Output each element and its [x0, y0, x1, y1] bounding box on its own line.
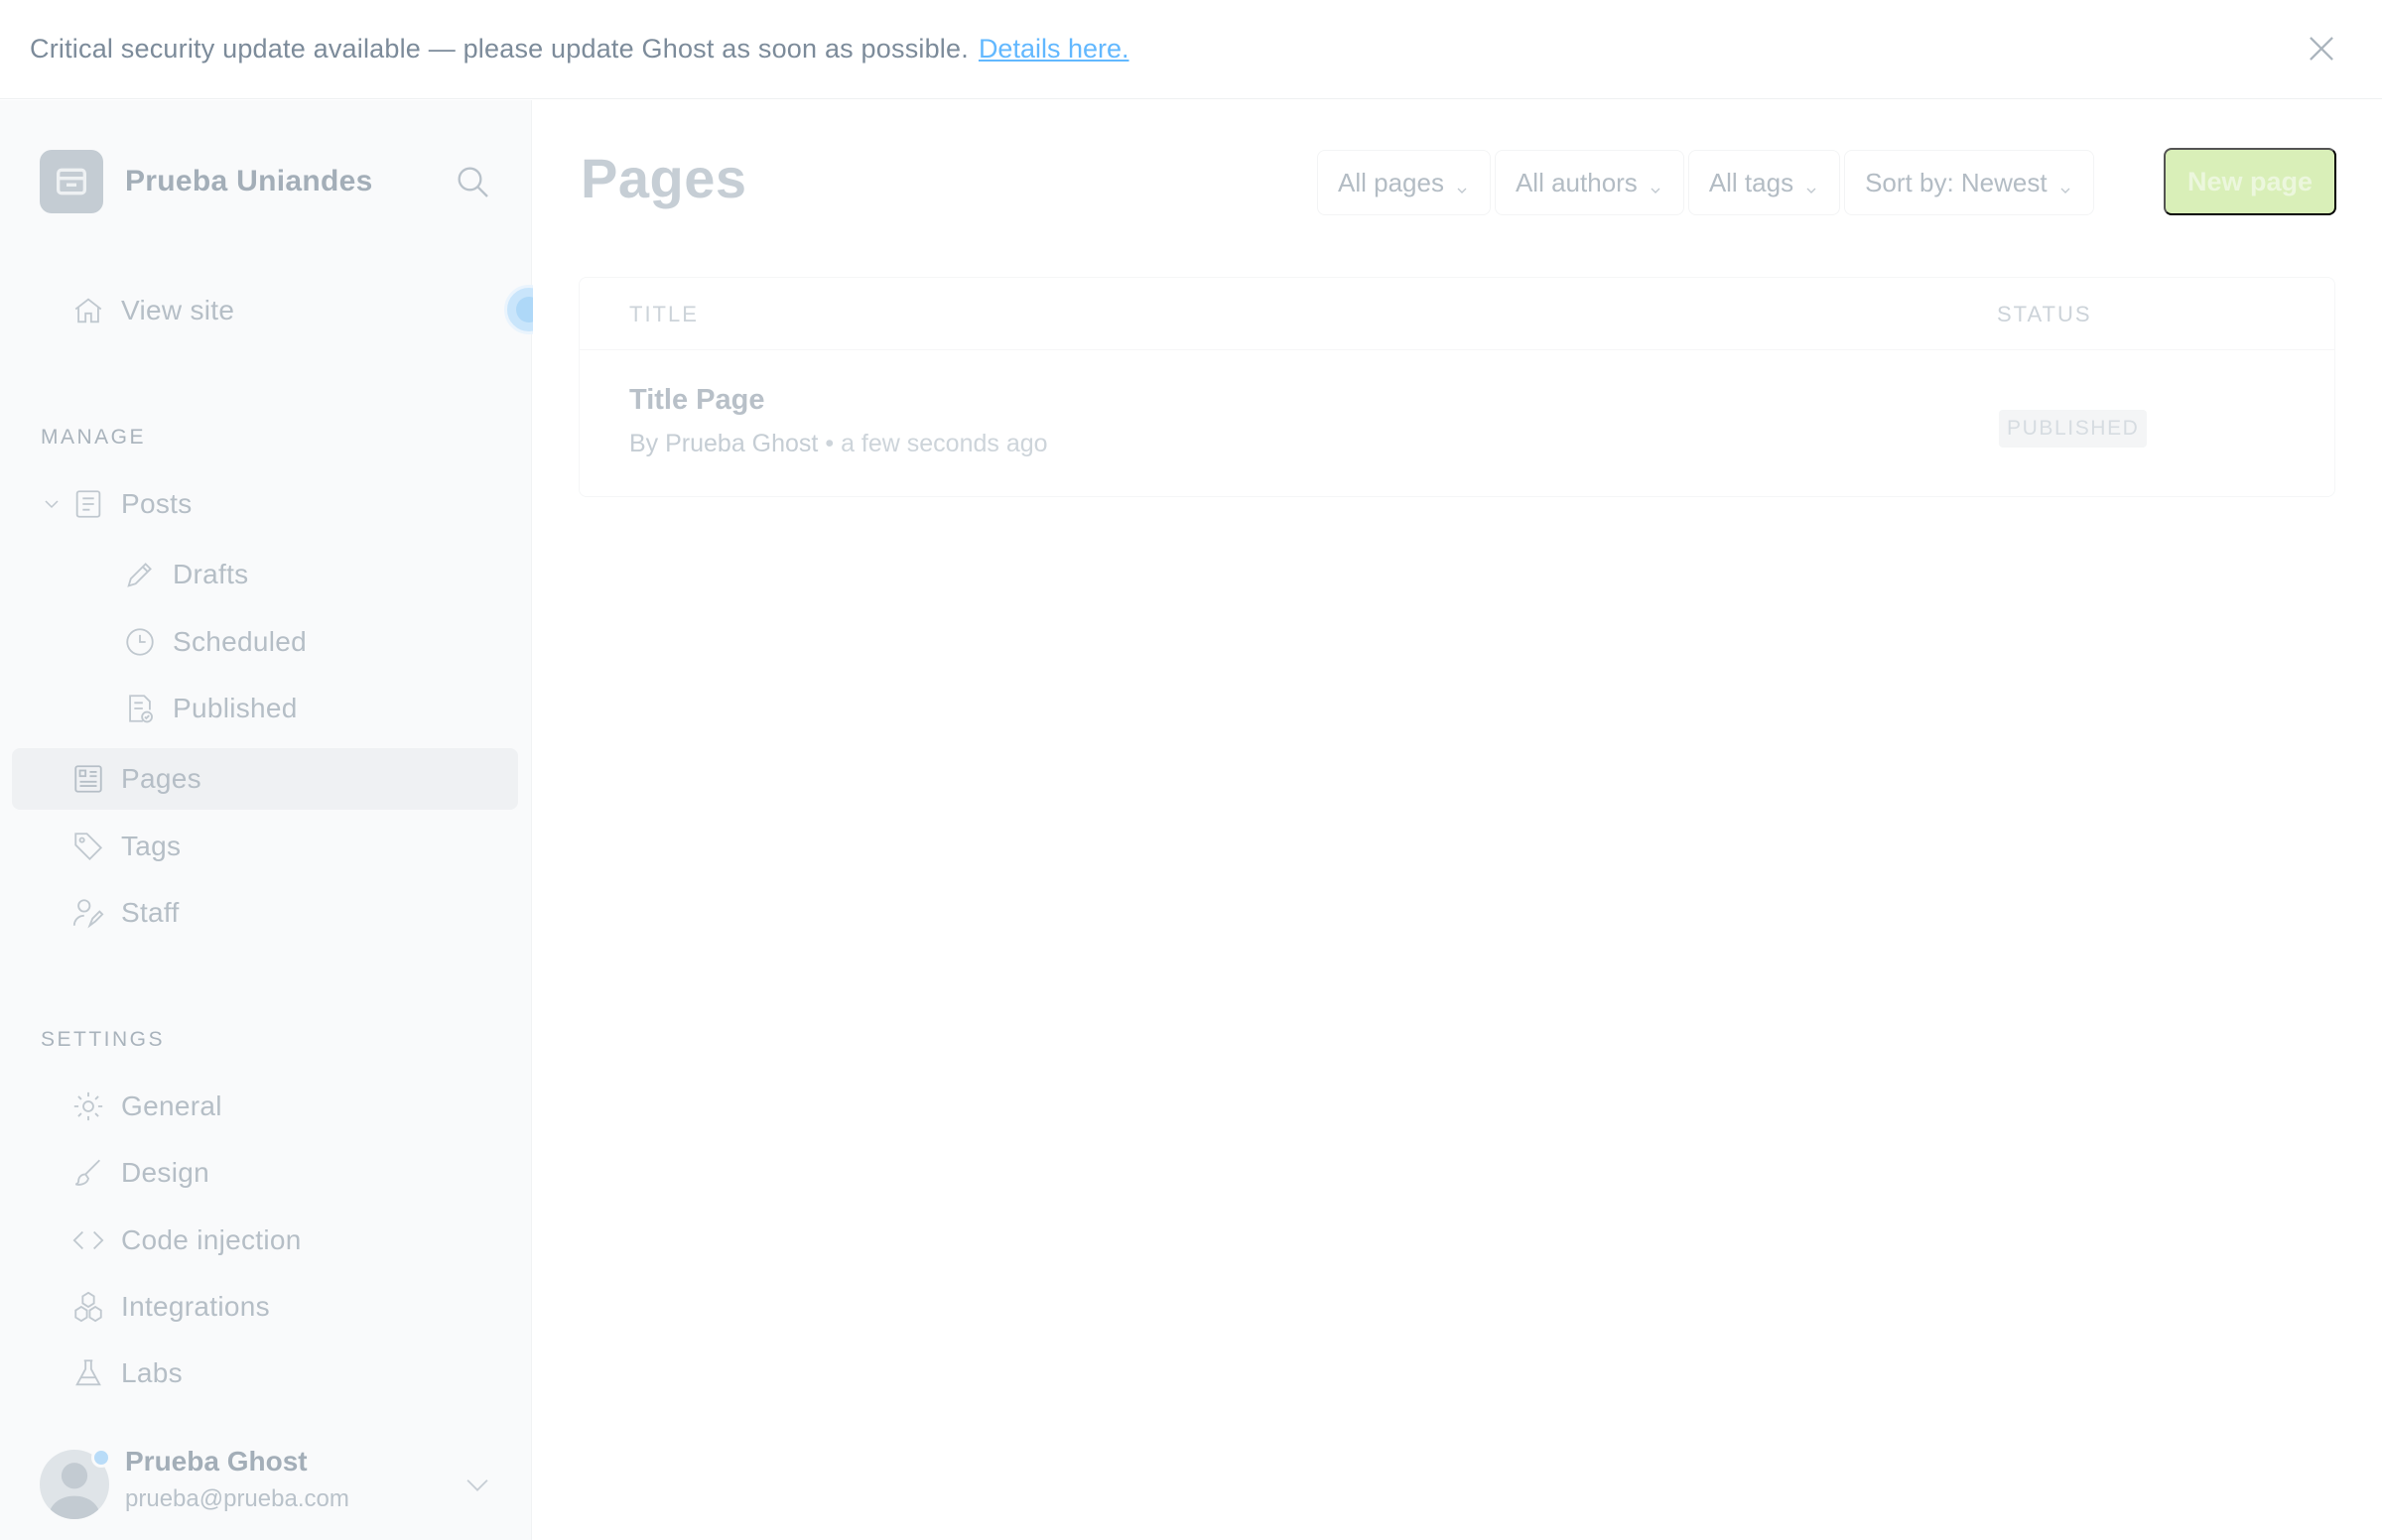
sidebar-item-published[interactable]: Published [12, 678, 518, 739]
sidebar-item-label: View site [121, 295, 235, 325]
tag-icon [71, 830, 105, 863]
column-header-title: TITLE [629, 302, 699, 326]
integrations-icon [71, 1290, 105, 1324]
type-filter-label: All pages [1338, 167, 1444, 197]
chevron-down-icon [1803, 175, 1819, 193]
sidebar-item-view-site[interactable]: View site [12, 280, 518, 341]
new-page-button[interactable]: New page [2164, 148, 2336, 215]
pages-table: TITLE STATUS Title Page By Prueba Ghost … [579, 277, 2335, 497]
published-icon [123, 692, 157, 725]
status-badge: PUBLISHED [1999, 410, 2148, 448]
home-icon [71, 294, 105, 327]
search-icon[interactable] [453, 162, 492, 201]
filter-bar: All pages All authors All tags Sort by: … [1317, 150, 2094, 215]
settings-section-label: SETTINGS [41, 1028, 166, 1051]
sidebar-item-drafts[interactable]: Drafts [12, 544, 518, 605]
sidebar-item-pages[interactable]: Pages [12, 748, 518, 810]
sidebar-item-label: Scheduled [173, 626, 308, 657]
pages-icon [71, 762, 105, 796]
sidebar-item-label: Design [121, 1157, 209, 1188]
sidebar-item-staff[interactable]: Staff [12, 882, 518, 944]
user-name: Prueba Ghost [125, 1446, 308, 1476]
brand-name: Prueba Uniandes [125, 165, 373, 197]
meta-separator: • [825, 430, 835, 457]
page-title-cell[interactable]: Title Page [629, 384, 764, 417]
chevron-down-icon[interactable] [40, 492, 64, 516]
close-icon[interactable] [2303, 30, 2340, 67]
author-filter-label: All authors [1515, 167, 1638, 197]
column-header-status: STATUS [1997, 302, 2092, 326]
pencil-icon [123, 558, 157, 591]
chevron-down-icon[interactable] [461, 1468, 494, 1501]
chevron-down-icon [1648, 175, 1663, 193]
sidebar-item-integrations[interactable]: Integrations [12, 1276, 518, 1338]
chevron-down-icon [1454, 175, 1470, 193]
sidebar-item-label: Posts [121, 488, 193, 519]
author-filter-dropdown[interactable]: All authors [1494, 150, 1684, 215]
staff-icon [71, 896, 105, 930]
brush-icon [71, 1156, 105, 1190]
user-menu[interactable]: Prueba Ghost prueba@prueba.com [40, 1440, 506, 1529]
chevron-down-icon [2057, 175, 2073, 193]
flask-icon [71, 1356, 105, 1390]
banner-message: Critical security update available — ple… [30, 34, 969, 64]
sidebar-item-label: General [121, 1091, 222, 1121]
user-email: prueba@prueba.com [125, 1485, 349, 1512]
sidebar-item-design[interactable]: Design [12, 1142, 518, 1204]
sidebar-item-posts[interactable]: Posts [12, 473, 518, 535]
sort-dropdown[interactable]: Sort by: Newest [1844, 150, 2094, 215]
sidebar-item-label: Integrations [121, 1291, 270, 1322]
sidebar-item-label: Drafts [173, 559, 249, 589]
sidebar-item-label: Published [173, 693, 298, 723]
brand[interactable]: Prueba Uniandes [40, 150, 373, 213]
sidebar-item-scheduled[interactable]: Scheduled [12, 611, 518, 673]
sidebar-item-label: Staff [121, 897, 180, 928]
sidebar-item-label: Labs [121, 1357, 183, 1388]
sidebar-item-label: Tags [121, 831, 182, 861]
sort-label: Sort by: Newest [1865, 167, 2048, 197]
sidebar: Prueba Uniandes View site MANAGE Posts D… [0, 100, 554, 1540]
sidebar-item-general[interactable]: General [12, 1076, 518, 1137]
status-dot [91, 1448, 111, 1468]
gear-icon [71, 1090, 105, 1123]
table-row[interactable]: Title Page By Prueba Ghost • a few secon… [580, 350, 2334, 497]
tag-filter-label: All tags [1708, 167, 1794, 197]
page-title: Pages [581, 147, 747, 209]
posts-icon [71, 487, 105, 521]
manage-section-label: MANAGE [41, 426, 147, 449]
sidebar-item-labs[interactable]: Labs [12, 1343, 518, 1404]
main-content: Pages All pages All authors All tags Sor… [533, 100, 2382, 1540]
sidebar-item-code-injection[interactable]: Code injection [12, 1210, 518, 1271]
type-filter-dropdown[interactable]: All pages [1317, 150, 1491, 215]
clock-icon [123, 625, 157, 659]
page-meta: By Prueba Ghost • a few seconds ago [629, 430, 1048, 458]
sidebar-item-tags[interactable]: Tags [12, 816, 518, 877]
tag-filter-dropdown[interactable]: All tags [1687, 150, 1841, 215]
code-icon [71, 1223, 105, 1257]
sidebar-item-label: Code injection [121, 1224, 302, 1255]
update-banner: Critical security update available — ple… [0, 0, 2382, 99]
page-time: a few seconds ago [841, 430, 1048, 457]
sidebar-item-label: Pages [121, 763, 201, 794]
page-author: By Prueba Ghost [629, 430, 819, 457]
brand-logo [40, 150, 103, 213]
banner-details-link[interactable]: Details here. [979, 34, 1129, 64]
